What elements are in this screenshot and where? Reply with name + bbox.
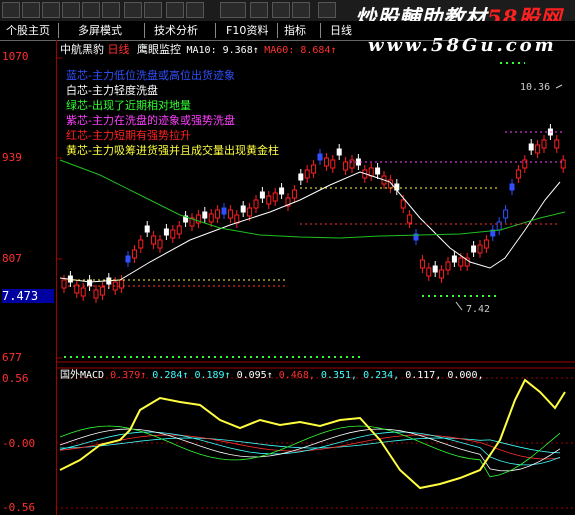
indicator-name: 鹰眼监控	[137, 43, 181, 56]
candle-body	[202, 211, 208, 219]
macd-value: 0.000,	[447, 370, 484, 381]
candle-body	[234, 214, 240, 224]
legend-red: 红芯-主力短期有强势拉升	[66, 129, 191, 142]
candle-body	[138, 239, 144, 249]
candle-body	[80, 287, 86, 297]
candle-body	[61, 279, 67, 289]
candle-body	[439, 269, 445, 279]
candle-body	[426, 267, 432, 277]
macd-value: 0.095↑	[236, 370, 273, 381]
candle-body	[375, 167, 381, 175]
candle-body	[522, 159, 528, 169]
macd-title-line: 国外MACD 0.379↑ 0.284↑ 0.189↑ 0.095↑ 0.468…	[60, 366, 484, 381]
macd-band-line	[59, 434, 561, 460]
candle-body	[419, 259, 425, 269]
candle-body	[432, 265, 438, 273]
legend-white: 白芯-主力轻度洗盘	[66, 84, 158, 97]
candle-body	[125, 255, 131, 263]
candle-body	[253, 199, 259, 209]
low-annotation: 7.42	[466, 304, 491, 315]
candle-body	[131, 249, 137, 259]
macd-value: 0.117,	[405, 370, 442, 381]
candle-body	[144, 225, 150, 233]
ma10-value: MA10: 9.368↑	[186, 45, 259, 56]
candle-body	[87, 279, 93, 287]
macd-value: 0.351,	[320, 370, 358, 381]
legend-purple: 紫芯-主力在洗盘的迹象或强势洗盘	[66, 114, 235, 127]
candle-body	[215, 209, 221, 219]
candle-body	[272, 192, 278, 202]
candle-body	[93, 289, 99, 299]
candle-body	[330, 159, 336, 169]
candle-body	[266, 195, 272, 205]
candle-body	[151, 235, 157, 245]
macd-value: 0.468,	[278, 370, 315, 381]
ma60-value: MA60: 8.684↑	[264, 45, 337, 56]
macd-value: 0.284↑	[152, 370, 189, 381]
candle-body	[298, 173, 304, 181]
candle-body	[163, 228, 169, 236]
candle-body	[528, 143, 534, 151]
candle-body	[119, 279, 125, 289]
low-pointer	[455, 301, 463, 311]
high-annotation: 10.36	[520, 82, 551, 93]
stock-title: 中航黑豹 日线 鹰眼监控 MA10: 9.368↑ MA60: 8.684↑	[60, 41, 337, 57]
candle-body	[451, 255, 457, 263]
candle-body	[221, 207, 227, 215]
candle-body	[477, 244, 483, 254]
candle-body	[317, 153, 323, 161]
legend-green: 绿芯-出现了近期相对地量	[66, 99, 191, 112]
candle-body	[279, 187, 285, 195]
candle-body	[560, 159, 566, 169]
candle-body	[503, 209, 509, 219]
candle-body	[247, 207, 253, 217]
candle-body	[227, 209, 233, 219]
macd-band-line	[59, 431, 561, 466]
high-pointer	[555, 84, 563, 89]
candle-body	[541, 139, 547, 149]
candle-body	[323, 157, 329, 167]
watermark-domain: www.58Gu.com	[368, 35, 557, 56]
candle-body	[515, 169, 521, 179]
candle-body	[208, 213, 214, 223]
macd-value: 0.379↑	[110, 370, 147, 381]
candle-body	[458, 257, 464, 267]
macd-value: 0.234,	[363, 370, 400, 381]
macd-value: 0.189↑	[194, 370, 231, 381]
candle-body	[496, 221, 502, 231]
candle-body	[554, 139, 560, 149]
candle-body	[349, 159, 355, 169]
candle-body	[400, 199, 406, 209]
macd-name: 国外MACD	[60, 370, 105, 381]
candle-body	[311, 164, 317, 174]
candle-body	[535, 144, 541, 154]
candle-body	[291, 189, 297, 199]
candle-body	[445, 261, 451, 271]
period-label: 日线	[107, 43, 130, 56]
candle-body	[509, 183, 515, 191]
candle-body	[259, 191, 265, 199]
candle-body	[176, 225, 182, 235]
candle-body	[157, 239, 163, 249]
legend-yellow: 黄芯-主力吸筹进货强并且成交量出现黄金柱	[66, 144, 279, 157]
candle-body	[170, 229, 176, 239]
candle-body	[304, 169, 310, 179]
candle-body	[407, 214, 413, 224]
macd-panel	[56, 377, 575, 509]
candle-body	[99, 286, 105, 296]
candle-body	[343, 161, 349, 171]
macd-band-line	[59, 425, 561, 478]
candle-body	[483, 239, 489, 249]
legend-blue: 蓝芯-主力低位洗盘或高位出货迹象	[66, 69, 235, 82]
macd-main-line	[59, 378, 566, 490]
candle-body	[471, 245, 477, 253]
stock-name: 中航黑豹	[60, 43, 104, 56]
candle-body	[336, 148, 342, 156]
candle-body	[240, 205, 246, 213]
